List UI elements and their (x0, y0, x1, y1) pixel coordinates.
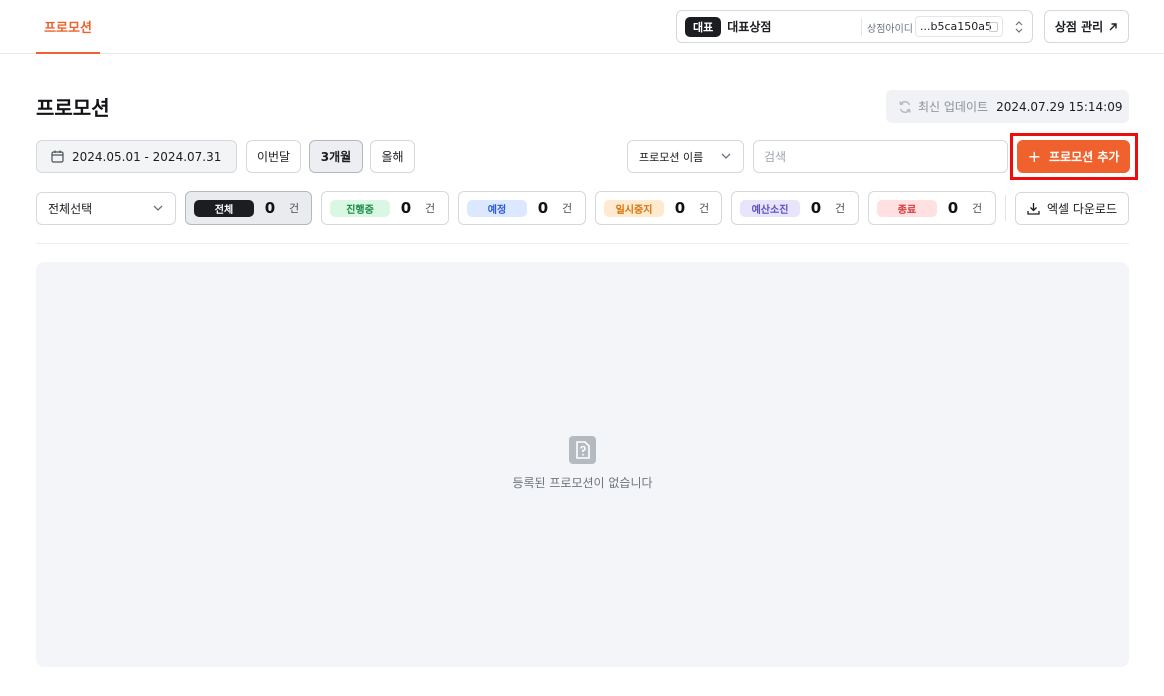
status-badge: 전체 (194, 199, 254, 217)
promotion-list-empty: 등록된 프로모션이 없습니다 (36, 262, 1129, 667)
store-id-value: ...b5ca150a5 (915, 16, 1003, 37)
status-count: 0 (810, 199, 822, 217)
status-unit: 건 (425, 202, 436, 215)
status-count: 0 (537, 199, 549, 217)
chevron-down-icon (153, 205, 163, 211)
period-3-months-button[interactable]: 3개월 (309, 140, 363, 173)
external-arrow-icon (1109, 22, 1117, 30)
status-badge: 예정 (467, 199, 527, 217)
page-title: 프로모션 (36, 96, 110, 120)
status-chip-ended[interactable]: 종료 0 건 (868, 191, 996, 225)
status-unit: 건 (289, 202, 300, 215)
calendar-icon (51, 150, 64, 163)
status-count: 0 (947, 199, 959, 217)
empty-state-message: 등록된 프로모션이 없습니다 (512, 476, 653, 490)
add-promotion-button[interactable]: + 프로모션 추가 (1017, 140, 1130, 173)
tab-promotion[interactable]: 프로모션 (36, 0, 100, 54)
status-unit: 건 (972, 202, 983, 215)
status-chip-scheduled[interactable]: 예정 0 건 (458, 191, 586, 225)
period-this-year-button[interactable]: 올해 (370, 140, 415, 173)
updown-chevron-icon (1015, 21, 1023, 33)
store-manage-button[interactable]: 상점 관리 (1044, 10, 1129, 43)
date-range-text: 2024.05.01 - 2024.07.31 (72, 149, 222, 164)
excel-download-button[interactable]: 엑셀 다운로드 (1015, 192, 1129, 225)
status-chip-in-progress[interactable]: 진행중 0 건 (321, 191, 449, 225)
store-divider (861, 18, 862, 36)
date-range-picker[interactable]: 2024.05.01 - 2024.07.31 (36, 140, 237, 173)
store-manage-label: 상점 관리 (1054, 20, 1104, 34)
select-all-label: 전체선택 (48, 202, 93, 216)
store-id-label: 상점아이디 (867, 24, 913, 35)
select-all-dropdown[interactable]: 전체선택 (36, 192, 176, 225)
status-unit: 건 (835, 202, 846, 215)
status-badge: 종료 (877, 199, 937, 217)
search-input[interactable] (753, 140, 1008, 173)
status-chip-paused[interactable]: 일시중지 0 건 (595, 191, 722, 225)
last-update-label: 최신 업데이트 (918, 100, 989, 114)
status-badge: 진행중 (330, 199, 390, 217)
store-id-text: ...b5ca150a5 (920, 20, 992, 33)
status-count: 0 (400, 199, 412, 217)
store-selector[interactable]: 대표 대표상점 상점아이디 ...b5ca150a5 (676, 10, 1033, 43)
empty-document-icon (569, 436, 596, 464)
download-icon (1027, 203, 1040, 215)
plus-icon: + (1027, 146, 1041, 166)
status-unit: 건 (699, 202, 710, 215)
search-type-value: 프로모션 이름 (639, 150, 704, 164)
top-bar: 프로모션 대표 대표상점 상점아이디 ...b5ca150a5 상점 관리 (0, 0, 1164, 54)
search-type-select[interactable]: 프로모션 이름 (627, 140, 744, 173)
status-badge: 예산소진 (740, 199, 800, 217)
status-badge: 일시중지 (604, 199, 664, 217)
store-name: 대표상점 (727, 20, 772, 34)
status-chip-budget-exhausted[interactable]: 예산소진 0 건 (731, 191, 859, 225)
period-this-month-button[interactable]: 이번달 (246, 140, 301, 173)
excel-download-label: 엑셀 다운로드 (1046, 202, 1118, 216)
representative-badge: 대표 (685, 16, 722, 37)
status-count: 0 (264, 199, 276, 217)
chevron-down-icon (721, 153, 731, 159)
section-divider (36, 243, 1129, 244)
add-promotion-label: 프로모션 추가 (1048, 150, 1120, 164)
toolbar-divider (1005, 195, 1006, 221)
refresh-icon (899, 100, 911, 113)
status-count: 0 (674, 199, 686, 217)
last-update-box[interactable]: 최신 업데이트 2024.07.29 15:14:09 (886, 90, 1129, 123)
status-unit: 건 (562, 202, 573, 215)
last-update-value: 2024.07.29 15:14:09 (996, 99, 1123, 114)
status-chip-all[interactable]: 전체 0 건 (185, 191, 312, 225)
copy-icon[interactable] (989, 22, 998, 32)
